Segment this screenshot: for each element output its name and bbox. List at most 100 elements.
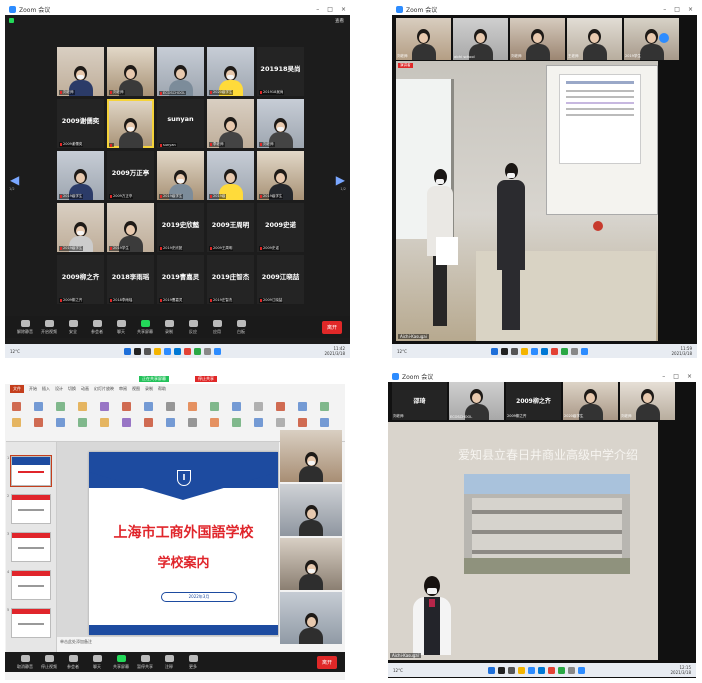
participant-tile[interactable]: 刘老师 — [107, 47, 154, 96]
ribbon-tab[interactable]: 动画 — [81, 386, 89, 392]
toolbar-button[interactable]: 反应 — [181, 319, 205, 335]
ribbon-command-icon[interactable] — [232, 402, 241, 411]
participant-thumbnail[interactable]: ECOSCHOOL — [449, 382, 504, 420]
toolbar-button[interactable]: 聊天 — [109, 319, 133, 335]
maximize-icon[interactable]: □ — [327, 6, 333, 13]
slide-thumbnail[interactable] — [11, 570, 51, 600]
participant-tile[interactable]: ECOSCHOOL — [157, 47, 204, 96]
zoom-app-icon[interactable] — [530, 347, 538, 355]
ribbon-tab[interactable]: 幻灯片放映 — [94, 386, 114, 392]
participant-thumbnail[interactable] — [280, 430, 342, 482]
participant-tile[interactable] — [107, 99, 154, 148]
settings-icon[interactable] — [570, 347, 578, 355]
ribbon-tab[interactable]: 文件 — [10, 385, 24, 393]
zoom-app-icon[interactable] — [163, 347, 171, 355]
ribbon-command-icon[interactable] — [144, 418, 153, 427]
file-explorer-icon[interactable] — [518, 666, 526, 674]
system-clock[interactable]: 12:15 2021/3/18 — [670, 665, 691, 675]
notes-pane[interactable]: 单击此处添加备注 — [60, 639, 92, 645]
ribbon-tab[interactable]: 录制 — [145, 386, 153, 392]
participant-thumbnail[interactable]: 2020级学生 — [563, 382, 618, 420]
participant-tile[interactable]: 2019史欣懿 2019史欣懿 — [157, 203, 204, 252]
ribbon-command-icon[interactable] — [276, 418, 285, 427]
toolbar-button[interactable]: 安全 — [61, 319, 85, 335]
weather-widget[interactable]: 12°C — [397, 349, 407, 354]
toolbar-button[interactable]: 参会者 — [61, 654, 85, 670]
participant-thumbnail[interactable]: 刘老师 — [620, 382, 675, 420]
ribbon-command-icon[interactable] — [100, 418, 109, 427]
participant-tile[interactable]: 2009万正亭 2009万正亭 — [107, 151, 154, 200]
participant-thumbnail[interactable]: 刘老师 — [510, 18, 565, 60]
ribbon-tab[interactable]: 审阅 — [119, 386, 127, 392]
close-icon[interactable]: × — [687, 373, 692, 380]
ribbon-command-icon[interactable] — [166, 402, 175, 411]
wechat-icon[interactable] — [193, 347, 201, 355]
toolbar-button[interactable]: 聊天 — [85, 654, 109, 670]
participant-thumbnail[interactable] — [280, 538, 342, 590]
toolbar-button[interactable]: 开启视频 — [37, 319, 61, 335]
participant-tile[interactable]: 刘老师 — [257, 99, 304, 148]
toolbar-button[interactable]: 参会者 — [85, 319, 109, 335]
search-icon[interactable] — [498, 666, 506, 674]
ribbon-command-icon[interactable] — [166, 418, 175, 427]
participant-tile[interactable]: 刘老师 — [57, 47, 104, 96]
ribbon-command-icon[interactable] — [298, 402, 307, 411]
participant-thumbnail[interactable]: 刘老师 — [396, 18, 451, 60]
task-view-icon[interactable] — [508, 666, 516, 674]
toolbar-button[interactable]: 录制 — [157, 319, 181, 335]
toolbar-button[interactable]: 取消静音 — [13, 654, 37, 670]
ribbon-command-icon[interactable] — [34, 418, 43, 427]
participant-tile[interactable]: 2019级学生 — [57, 203, 104, 252]
participant-thumbnail[interactable]: aichi school — [453, 18, 508, 60]
participant-thumbnail[interactable]: 2009柳之齐 2009柳之齐 — [506, 382, 561, 420]
leave-button[interactable]: 离开 — [316, 655, 337, 669]
weather-widget[interactable]: 12°C — [393, 668, 403, 673]
participant-tile[interactable]: 2019级 — [207, 151, 254, 200]
leave-button[interactable]: 离开 — [321, 320, 342, 334]
settings-icon[interactable] — [568, 666, 576, 674]
ribbon-command-icon[interactable] — [12, 418, 21, 427]
participant-tile[interactable]: 2018李雨瑶 2018李雨瑶 — [107, 255, 154, 304]
settings-icon[interactable] — [203, 347, 211, 355]
participant-thumbnail[interactable]: 王老师 — [567, 18, 622, 60]
ribbon-command-icon[interactable] — [188, 418, 197, 427]
participant-tile[interactable]: 李老师 — [207, 99, 254, 148]
participant-tile[interactable]: 2019庄智杰 2019庄智杰 — [207, 255, 254, 304]
participant-thumbnail[interactable] — [280, 484, 342, 536]
windows-start-icon[interactable] — [488, 666, 496, 674]
participant-tile[interactable]: 2009江晓喆 2009江晓喆 — [257, 255, 304, 304]
powerpoint-icon[interactable] — [548, 666, 556, 674]
zoom-sidebar-icon[interactable] — [659, 33, 669, 43]
ribbon-command-icon[interactable] — [144, 402, 153, 411]
task-view-icon[interactable] — [510, 347, 518, 355]
toolbar-button[interactable]: 更多 — [181, 654, 205, 670]
close-icon[interactable]: × — [341, 6, 346, 13]
participant-tile[interactable]: 2019学生 — [107, 203, 154, 252]
participant-tile[interactable]: 2009王周明 2009王周明 — [207, 203, 254, 252]
participant-tile[interactable]: 2019级学生 — [57, 151, 104, 200]
ribbon-command-icon[interactable] — [210, 402, 219, 411]
ribbon-command-icon[interactable] — [276, 402, 285, 411]
edge-icon[interactable] — [538, 666, 546, 674]
weather-widget[interactable]: 12°C — [10, 349, 20, 354]
participant-thumbnail[interactable]: 2019学生 — [624, 18, 679, 60]
ribbon-command-icon[interactable] — [56, 402, 65, 411]
participant-tile[interactable]: 2009史诺 2009史诺 — [257, 203, 304, 252]
system-clock[interactable]: 11:42 2021/3/18 — [324, 346, 345, 356]
participant-tile[interactable]: 2009柳之齐 2009柳之齐 — [57, 255, 104, 304]
next-page-arrow-icon[interactable]: ▶ — [336, 173, 345, 187]
mail-icon[interactable] — [578, 666, 586, 674]
ribbon-command-icon[interactable] — [298, 418, 307, 427]
participant-thumbnail[interactable] — [280, 592, 342, 644]
powerpoint-icon[interactable] — [550, 347, 558, 355]
toolbar-button[interactable]: 共享屏幕 — [133, 319, 157, 335]
prev-page-arrow-icon[interactable]: ◀ — [10, 173, 19, 187]
participant-tile[interactable]: 2020级学生 — [207, 47, 254, 96]
search-icon[interactable] — [133, 347, 141, 355]
slide-thumbnail[interactable] — [11, 608, 51, 638]
participant-tile[interactable]: 201918吴尚 201918吴尚 — [257, 47, 304, 96]
ribbon-command-icon[interactable] — [320, 402, 329, 411]
ribbon-tab[interactable]: 插入 — [42, 386, 50, 392]
ribbon-command-icon[interactable] — [78, 402, 87, 411]
mail-icon[interactable] — [580, 347, 588, 355]
